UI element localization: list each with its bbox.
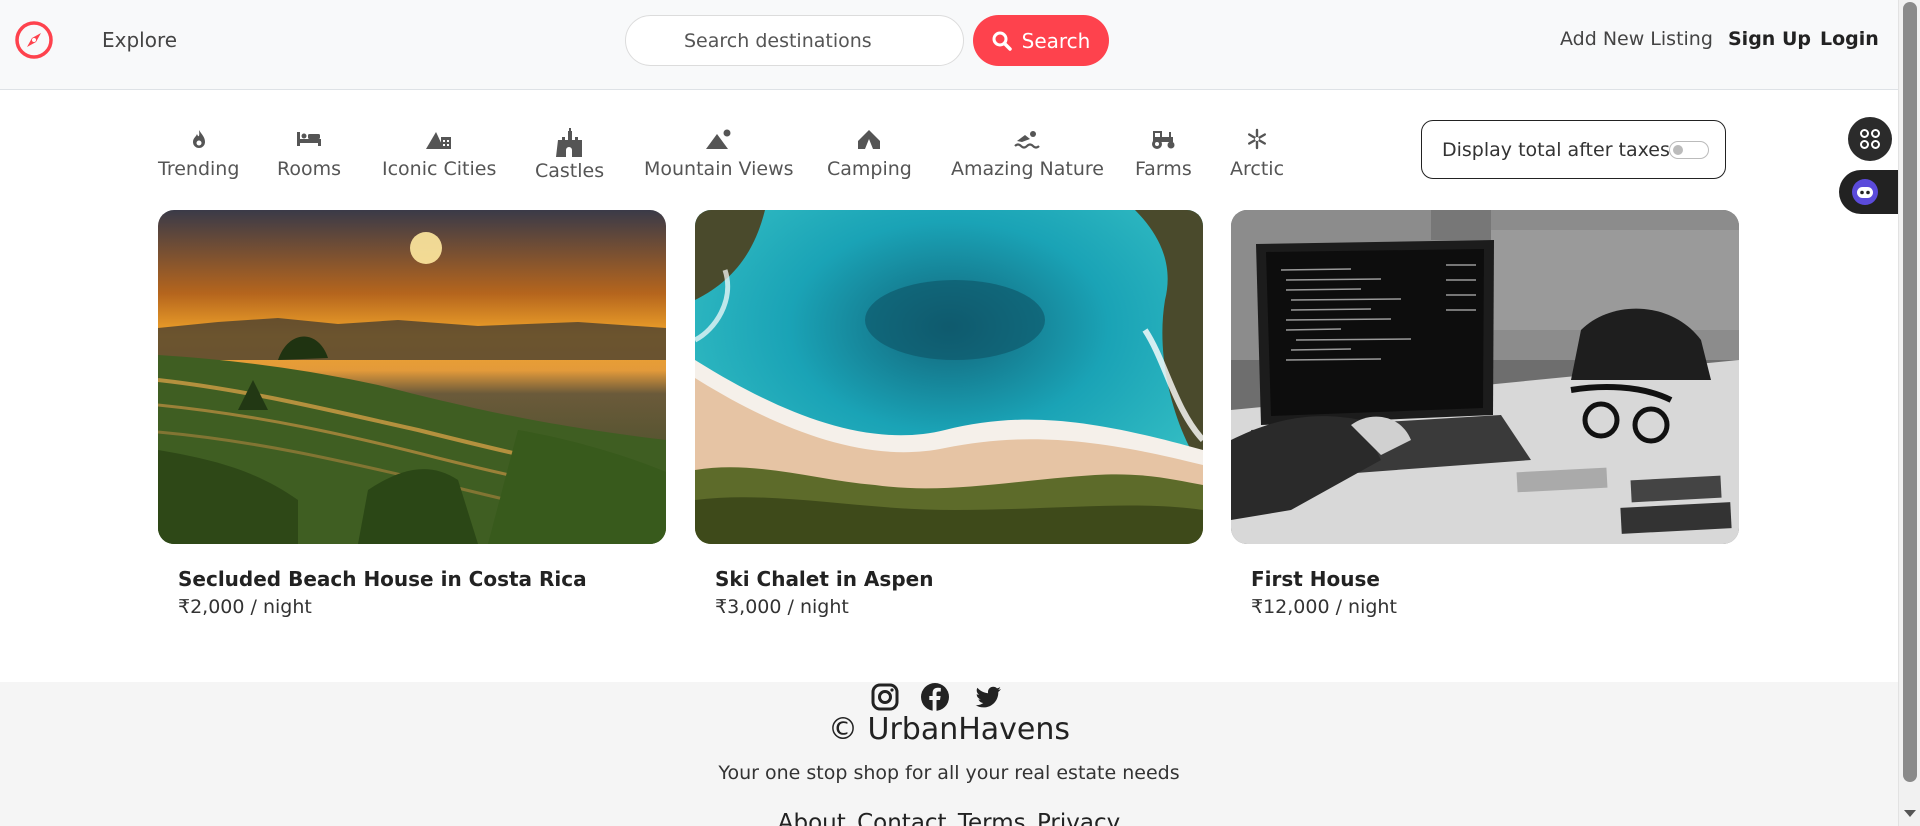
- mountain-sun-icon: [644, 128, 794, 156]
- listing-card[interactable]: First House ₹12,000 / night: [1231, 210, 1739, 618]
- switch-knob: [1673, 145, 1683, 155]
- compass-icon[interactable]: [14, 20, 54, 60]
- snowflake-icon: [1230, 128, 1284, 156]
- listing-image[interactable]: [158, 210, 666, 544]
- filter-iconic-cities[interactable]: Iconic Cities: [382, 128, 496, 180]
- footer-link-privacy[interactable]: Privacy: [1037, 810, 1120, 826]
- campground-icon: [827, 128, 912, 156]
- assistant-bot-icon: [1852, 179, 1878, 205]
- login-link[interactable]: Login: [1820, 28, 1879, 50]
- listing-title: Secluded Beach House in Costa Rica: [178, 567, 587, 591]
- filter-label: Iconic Cities: [382, 158, 497, 180]
- scroll-down-arrow[interactable]: [1904, 810, 1916, 817]
- listing-price: ₹2,000 / night: [178, 596, 312, 618]
- page-scrollbar[interactable]: [1898, 0, 1920, 826]
- listing-card[interactable]: Ski Chalet in Aspen ₹3,000 / night: [695, 210, 1203, 618]
- listing-title: First House: [1251, 567, 1380, 591]
- grid-icon: [1860, 129, 1880, 149]
- search-button[interactable]: Search: [973, 15, 1109, 66]
- social-links: [870, 682, 1010, 716]
- filter-castles[interactable]: Castles: [535, 128, 604, 182]
- search-button-label: Search: [1021, 28, 1091, 53]
- add-listing-link[interactable]: Add New Listing: [1560, 28, 1713, 50]
- bed-icon: [277, 128, 341, 156]
- filter-label: Farms: [1135, 158, 1192, 180]
- listing-price: ₹3,000 / night: [715, 596, 849, 618]
- filter-amazing-nature[interactable]: Amazing Nature: [951, 128, 1104, 180]
- footer-brand: © UrbanHavens: [827, 712, 1071, 747]
- listing-title: Ski Chalet in Aspen: [715, 567, 934, 591]
- filter-label: Castles: [535, 160, 605, 182]
- scrollbar-thumb[interactable]: [1903, 2, 1917, 782]
- explore-link[interactable]: Explore: [102, 28, 177, 52]
- filter-rooms[interactable]: Rooms: [277, 128, 341, 180]
- castle-icon: [535, 128, 604, 158]
- assistant-tab[interactable]: [1839, 170, 1899, 214]
- footer-link-terms[interactable]: Terms: [958, 810, 1026, 826]
- twitter-icon[interactable]: [973, 682, 1003, 712]
- footer-links: About Contact Terms Privacy: [0, 810, 1898, 826]
- signup-link[interactable]: Sign Up: [1728, 28, 1811, 50]
- filter-farms[interactable]: Farms: [1135, 128, 1192, 180]
- apps-grid-button[interactable]: [1848, 117, 1892, 161]
- filter-trending[interactable]: Trending: [158, 128, 239, 180]
- listing-card[interactable]: Secluded Beach House in Costa Rica ₹2,00…: [158, 210, 666, 618]
- filter-label: Camping: [827, 158, 912, 180]
- navbar: Explore Search Add New Listing Sign Up L…: [0, 0, 1898, 90]
- footer-link-about[interactable]: About: [778, 810, 846, 826]
- filter-label: Trending: [158, 158, 240, 180]
- listing-image[interactable]: [695, 210, 1203, 544]
- facebook-icon[interactable]: [920, 682, 950, 712]
- filter-mountain-views[interactable]: Mountain Views: [644, 128, 794, 180]
- tax-switch[interactable]: [1669, 141, 1709, 159]
- search-input[interactable]: [625, 15, 964, 66]
- tax-toggle[interactable]: Display total after taxes: [1421, 120, 1726, 179]
- listing-price: ₹12,000 / night: [1251, 596, 1397, 618]
- footer: © UrbanHavens Your one stop shop for all…: [0, 682, 1898, 826]
- person-swimming-icon: [951, 128, 1104, 156]
- filter-label: Mountain Views: [644, 158, 794, 180]
- filter-label: Amazing Nature: [951, 158, 1104, 180]
- fire-icon: [158, 128, 239, 156]
- tractor-icon: [1135, 128, 1192, 156]
- instagram-icon[interactable]: [870, 682, 900, 712]
- footer-tagline: Your one stop shop for all your real est…: [718, 762, 1180, 784]
- filter-camping[interactable]: Camping: [827, 128, 912, 180]
- footer-link-contact[interactable]: Contact: [857, 810, 946, 826]
- search-icon: [992, 31, 1012, 51]
- filter-label: Arctic: [1230, 158, 1285, 180]
- listing-image[interactable]: [1231, 210, 1739, 544]
- filter-label: Rooms: [277, 158, 342, 180]
- mountain-city-icon: [382, 128, 496, 156]
- filter-arctic[interactable]: Arctic: [1230, 128, 1284, 180]
- tax-toggle-label: Display total after taxes: [1442, 138, 1670, 161]
